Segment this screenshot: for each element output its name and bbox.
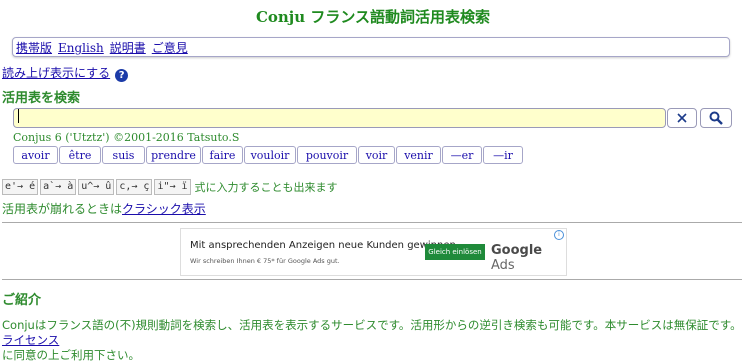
verb-button-er[interactable]: —er xyxy=(442,146,482,164)
license-link[interactable]: ライセンス xyxy=(2,333,59,347)
close-icon xyxy=(677,113,687,123)
tts-row: 読み上げ表示にする? xyxy=(2,64,129,82)
verb-button-suis[interactable]: suis xyxy=(102,146,145,164)
search-icon xyxy=(709,111,723,125)
classic-view-row: 活用表が崩れるときはクラシック表示 xyxy=(2,200,206,217)
google-ads-logo: Google Ads xyxy=(491,243,566,273)
verb-button-faire[interactable]: faire xyxy=(202,146,243,164)
nav-manual-link[interactable]: 説明書 xyxy=(110,41,146,55)
ad-brand-ads: Ads xyxy=(491,258,515,273)
accent-key-a: a`→ à xyxy=(40,179,77,195)
verb-shortcuts: avoir être suis prendre faire vouloir po… xyxy=(13,146,524,164)
search-heading: 活用表を検索 xyxy=(2,91,81,106)
verb-button-avoir[interactable]: avoir xyxy=(13,146,58,164)
classic-view-link[interactable]: クラシック表示 xyxy=(122,202,206,216)
divider xyxy=(2,222,742,223)
tts-toggle-link[interactable]: 読み上げ表示にする xyxy=(2,66,110,80)
ad-subline: Wir schreiben Ihnen € 75* für Google Ads… xyxy=(190,257,340,265)
accent-key-u: u^→ û xyxy=(78,179,115,195)
verb-button-venir[interactable]: venir xyxy=(396,146,441,164)
intro-body: Conjuはフランス語の(不)規則動詞を検索し、活用表を表示するサービスです。活… xyxy=(2,318,742,332)
accent-key-i: i"→ ï xyxy=(154,179,191,195)
ad-cta-button[interactable]: Gleich einlösen xyxy=(425,244,485,260)
search-input[interactable] xyxy=(13,108,666,128)
intro-suffix: に同意の上ご利用下さい。 xyxy=(2,348,140,362)
verb-button-etre[interactable]: être xyxy=(59,146,101,164)
accent-hints: e'→ é a`→ à u^→ û c,→ ç i"→ ï 式に入力することも出… xyxy=(2,179,338,195)
nav-english-link[interactable]: English xyxy=(58,41,104,55)
search-button[interactable] xyxy=(700,108,732,128)
clear-button[interactable] xyxy=(667,108,697,128)
accent-note: 式に入力することも出来ます xyxy=(194,181,338,194)
ad-info-icon[interactable]: i xyxy=(554,230,564,240)
verb-button-prendre[interactable]: prendre xyxy=(146,146,201,164)
ad-banner[interactable]: Mit ansprechenden Anzeigen neue Kunden g… xyxy=(180,228,567,276)
verb-button-pouvoir[interactable]: pouvoir xyxy=(297,146,357,164)
ad-headline: Mit ansprechenden Anzeigen neue Kunden g… xyxy=(190,240,460,251)
nav-feedback-link[interactable]: ご意見 xyxy=(152,41,188,55)
classic-prefix: 活用表が崩れるときは xyxy=(2,202,123,216)
nav-mobile-link[interactable]: 携帯版 xyxy=(16,41,52,55)
copyright-text: Conjus 6 ('Utztz') ©2001-2016 Tatsuto.S xyxy=(13,131,240,144)
text-cursor xyxy=(18,109,19,123)
accent-key-e: e'→ é xyxy=(2,179,39,195)
page-title: Conju フランス語動詞活用表検索 xyxy=(255,8,491,26)
intro-paragraph: Conjuはフランス語の(不)規則動詞を検索し、活用表を表示するサービスです。活… xyxy=(2,318,744,363)
verb-button-voir[interactable]: voir xyxy=(358,146,395,164)
ad-brand-google: Google xyxy=(491,243,543,258)
help-icon[interactable]: ? xyxy=(115,69,129,82)
accent-key-c: c,→ ç xyxy=(116,179,153,195)
verb-button-ir[interactable]: —ir xyxy=(483,146,523,164)
divider xyxy=(2,279,742,280)
verb-button-vouloir[interactable]: vouloir xyxy=(244,146,296,164)
top-nav: 携帯版 English 説明書 ご意見 xyxy=(12,37,730,57)
intro-heading: ご紹介 xyxy=(2,293,42,308)
